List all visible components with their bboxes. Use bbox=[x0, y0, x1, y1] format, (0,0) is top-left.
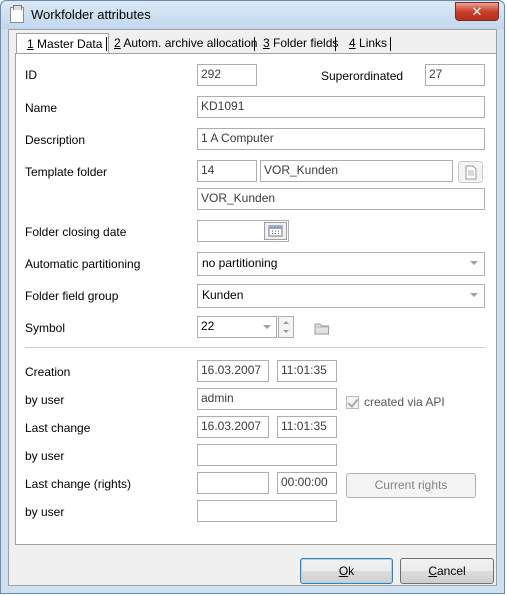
superordinated-label: Superordinated bbox=[321, 69, 404, 83]
chevron-down-icon bbox=[470, 293, 478, 297]
window-title: Workfolder attributes bbox=[31, 7, 151, 22]
chevron-down-icon bbox=[263, 325, 271, 329]
tab-folder-fields-key: 3 bbox=[263, 36, 270, 50]
rights-user-field[interactable] bbox=[197, 500, 337, 522]
cancel-button-label: ancel bbox=[436, 564, 466, 578]
ok-button-label: k bbox=[348, 564, 355, 578]
tab-autom-archive-key: 2 bbox=[114, 36, 121, 50]
ok-button-key: O bbox=[338, 564, 349, 578]
tab-folder-fields-label: Folder fields bbox=[269, 36, 339, 50]
symbol-value: 22 bbox=[201, 319, 215, 333]
symbol-spinner[interactable] bbox=[278, 316, 294, 338]
tab-separator bbox=[390, 37, 391, 51]
last-change-time-field[interactable]: 11:01:35 bbox=[277, 416, 337, 438]
cancel-button-key: C bbox=[428, 564, 437, 578]
chevron-down-icon bbox=[470, 261, 478, 265]
tab-folder-fields[interactable]: 3 Folder fields bbox=[255, 34, 339, 54]
current-rights-button[interactable]: Current rights bbox=[346, 473, 476, 498]
rights-date-field[interactable] bbox=[197, 472, 269, 494]
symbol-select[interactable]: 22 bbox=[197, 316, 277, 338]
section-divider bbox=[25, 347, 485, 348]
folder-field-group-value: Kunden bbox=[202, 288, 244, 302]
last-change-rights-label: Last change (rights) bbox=[25, 477, 132, 491]
tab-autom-archive-label: Autom. archive allocation bbox=[120, 36, 258, 50]
template-folder-browse-button[interactable] bbox=[458, 161, 483, 183]
creation-time-field[interactable]: 11:01:35 bbox=[277, 360, 337, 382]
folder-field-group-label: Folder field group bbox=[25, 289, 119, 303]
last-change-user-field[interactable] bbox=[197, 444, 337, 466]
tab-master-data-label: Master Data bbox=[33, 37, 103, 51]
calendar-button[interactable] bbox=[264, 222, 287, 240]
creation-user-field[interactable]: admin bbox=[197, 388, 337, 410]
clipboard-icon bbox=[10, 5, 24, 23]
last-change-by-user-label: by user bbox=[25, 449, 65, 463]
rights-time-field[interactable]: 00:00:00 bbox=[277, 472, 337, 494]
symbol-label: Symbol bbox=[25, 321, 66, 335]
spin-down-icon bbox=[283, 330, 289, 333]
description-field[interactable]: 1 A Computer bbox=[197, 128, 485, 150]
template-folder-name-field[interactable]: VOR_Kunden bbox=[260, 160, 453, 182]
last-change-label: Last change bbox=[25, 421, 91, 435]
spin-up-icon bbox=[283, 321, 289, 324]
tab-links[interactable]: 4 Links bbox=[336, 34, 394, 54]
cancel-button[interactable]: Cancel bbox=[400, 558, 494, 584]
created-via-api-checkbox[interactable] bbox=[346, 396, 359, 409]
document-icon bbox=[465, 165, 477, 180]
description-label: Description bbox=[25, 133, 86, 147]
id-field[interactable]: 292 bbox=[197, 64, 257, 86]
creation-by-user-label: by user bbox=[25, 393, 65, 407]
template-folder-path-field[interactable]: VOR_Kunden bbox=[197, 188, 485, 210]
template-folder-label: Template folder bbox=[25, 165, 108, 179]
name-label: Name bbox=[25, 101, 58, 115]
tab-links-key: 4 bbox=[349, 36, 356, 50]
automatic-partitioning-value: no partitioning bbox=[202, 256, 278, 270]
creation-label: Creation bbox=[25, 365, 71, 379]
folder-closing-date-label: Folder closing date bbox=[25, 225, 127, 239]
close-button[interactable]: ✕ bbox=[455, 2, 499, 21]
creation-date-field[interactable]: 16.03.2007 bbox=[197, 360, 269, 382]
automatic-partitioning-select[interactable]: no partitioning bbox=[197, 252, 485, 276]
superordinated-field[interactable]: 27 bbox=[425, 64, 485, 86]
name-field[interactable]: KD1091 bbox=[197, 96, 485, 118]
rights-by-user-label: by user bbox=[25, 505, 65, 519]
ok-button[interactable]: Ok bbox=[300, 558, 393, 584]
symbol-browse-button[interactable] bbox=[313, 320, 331, 336]
folder-field-group-select[interactable]: Kunden bbox=[197, 284, 485, 308]
template-folder-id-field[interactable]: 14 bbox=[197, 160, 257, 182]
automatic-partitioning-label: Automatic partitioning bbox=[25, 257, 141, 271]
tab-separator bbox=[106, 37, 107, 51]
tab-autom-archive-allocation[interactable]: 2 Autom. archive allocation bbox=[108, 34, 258, 54]
id-label: ID bbox=[25, 68, 37, 82]
tab-links-label: Links bbox=[355, 36, 388, 50]
tab-master-data-key: 1 bbox=[27, 37, 34, 51]
last-change-date-field[interactable]: 16.03.2007 bbox=[197, 416, 269, 438]
title-bar[interactable]: Workfolder attributes ✕ bbox=[1, 1, 504, 29]
created-via-api-label: created via API bbox=[364, 395, 445, 409]
folder-icon bbox=[314, 323, 329, 335]
calendar-icon bbox=[268, 225, 283, 237]
